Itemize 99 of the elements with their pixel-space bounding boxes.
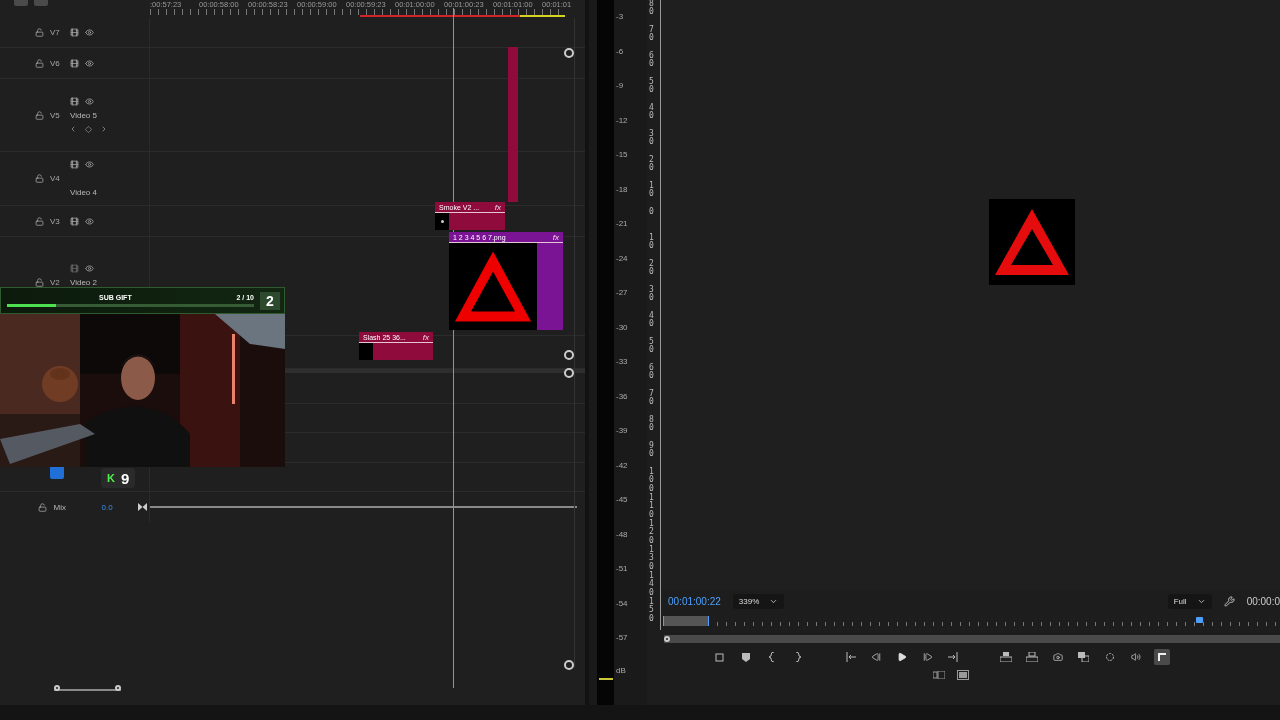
film-icon[interactable] (70, 216, 79, 226)
clip-thumbnail (359, 343, 373, 360)
meter-scale-label: -51 (616, 564, 628, 574)
lock-icon[interactable] (35, 110, 44, 120)
clip[interactable] (508, 47, 518, 202)
meter-scale-label: -18 (616, 184, 628, 195)
ruler-number: 150 (649, 598, 655, 624)
keyframe-icon[interactable] (85, 125, 92, 133)
ruler-number: 130 (649, 546, 655, 571)
ruler-number: 20 (649, 156, 655, 175)
ruler-number: 110 (649, 494, 655, 519)
track-name: Video 4 (70, 188, 97, 197)
meter-scale-label: -15 (616, 150, 628, 160)
track-label: V5 (50, 110, 61, 120)
comparison-icon[interactable] (1075, 649, 1092, 665)
eye-icon[interactable] (85, 96, 94, 106)
lock-icon[interactable] (35, 278, 44, 287)
duration-timecode: 00:00:0 (1246, 595, 1280, 607)
ruler-number: 10 (649, 234, 655, 253)
eye-icon[interactable] (85, 264, 94, 273)
next-keyframe-icon[interactable] (100, 125, 108, 133)
lock-icon[interactable] (35, 58, 44, 68)
track-name: Video 5 (70, 110, 97, 120)
ruler-number: 140 (649, 572, 655, 597)
lock-icon[interactable] (35, 28, 44, 37)
mix-label: Mix (52, 502, 67, 512)
eye-icon[interactable] (85, 58, 94, 68)
ruler-number: 80 (649, 416, 655, 435)
eye-icon[interactable] (85, 216, 94, 226)
lock-icon[interactable] (35, 174, 44, 183)
mix-volume-value[interactable]: 0.0 (101, 502, 138, 512)
ruler-number: 90 (649, 442, 655, 461)
film-icon[interactable] (70, 28, 79, 37)
ruler-number: 70 (649, 26, 655, 45)
clip-thumbnail (435, 213, 449, 230)
safe-margins-icon[interactable] (954, 667, 971, 683)
track-label: V2 (50, 278, 61, 287)
meter-scale-label: -42 (616, 460, 628, 471)
tag-letter: K (107, 472, 115, 484)
track-label: V6 (50, 58, 61, 68)
previous-keyframe-icon[interactable] (69, 125, 77, 133)
ruler-number: 20 (649, 260, 655, 279)
film-icon[interactable] (70, 96, 79, 106)
meter-scale-label: -48 (616, 529, 628, 540)
fx-label: fx (494, 202, 501, 212)
meter-scale-label: -24 (616, 253, 628, 264)
meter-scale-label: -6 (616, 46, 625, 57)
settings-button[interactable] (1153, 649, 1170, 665)
lock-icon[interactable] (37, 502, 47, 512)
meter-scale-label: -36 (616, 391, 628, 402)
ruler-number: 100 (649, 468, 655, 493)
meter-unit: dB (616, 665, 627, 676)
meter-scale-label: -39 (616, 426, 628, 436)
overwrite-icon[interactable] (1023, 649, 1040, 665)
meter-scale-label: -33 (616, 357, 628, 367)
ruler-number: 0 (649, 208, 655, 218)
film-icon[interactable] (70, 160, 79, 169)
film-icon[interactable] (70, 58, 79, 68)
ruler-number: 30 (649, 130, 655, 149)
settings-icon[interactable] (1223, 595, 1235, 607)
fx-label: fx (422, 332, 429, 342)
bowtie-icon[interactable] (137, 503, 147, 511)
fx-label: fx (552, 232, 559, 242)
track-label: V4 (50, 174, 61, 183)
meter-scale-label: -57 (616, 633, 628, 643)
tag-number: 9 (120, 469, 130, 487)
track-label: V3 (50, 216, 61, 226)
meter-scale-label: -45 (616, 495, 628, 505)
eye-icon[interactable] (85, 160, 94, 169)
insert-icon[interactable] (997, 649, 1014, 665)
ruler-number: 70 (649, 390, 655, 409)
film-off-icon[interactable] (70, 264, 79, 273)
quality-dropdown[interactable]: Full (1167, 593, 1212, 609)
meter-scale-label: -3 (616, 12, 625, 22)
ruler-number: 60 (649, 364, 655, 383)
playhead-timecode[interactable]: 00:01:00:22 (668, 595, 721, 607)
ruler-number: 50 (649, 78, 655, 97)
ruler-number: 40 (649, 104, 655, 123)
meter-scale-label: -27 (616, 288, 628, 298)
lock-icon[interactable] (35, 216, 44, 226)
ruler-number: 40 (649, 312, 655, 331)
meter-scale-label: -9 (616, 81, 625, 91)
track-name: Video 2 (70, 278, 97, 287)
ruler-number: 80 (649, 0, 655, 19)
ruler-number: 50 (649, 338, 655, 357)
zoom-dropdown[interactable]: 339% (732, 593, 785, 609)
goal-badge: 2 (260, 291, 280, 310)
meter-scale-label: -12 (616, 115, 628, 126)
ruler-number: 10 (649, 182, 655, 201)
meter-scale-label: -21 (616, 219, 628, 229)
ruler-number: 120 (649, 520, 655, 545)
ruler-number: 30 (649, 286, 655, 305)
play-icon (896, 652, 907, 662)
eye-icon[interactable] (85, 28, 94, 37)
corner-icon (1156, 652, 1167, 662)
meter-scale-label: -30 (616, 322, 628, 333)
track-label: V7 (50, 28, 61, 37)
meter-scale-label: -54 (616, 598, 628, 609)
ruler-number: 60 (649, 52, 655, 71)
